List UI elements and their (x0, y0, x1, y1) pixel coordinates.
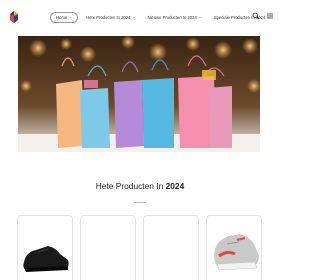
section-title: Hete Producten In 2024 (0, 181, 280, 191)
hero-banner (18, 36, 260, 152)
black-sneaker-image (23, 246, 69, 272)
product-card[interactable] (206, 215, 262, 280)
product-card[interactable] (143, 215, 199, 280)
product-card[interactable] (80, 215, 136, 280)
chevron-down-icon: ⌄ (198, 15, 202, 19)
section-title-year: 2024 (165, 181, 185, 191)
search-icon[interactable] (252, 12, 260, 20)
section-divider (134, 202, 146, 203)
chevron-down-icon: ⌄ (69, 15, 73, 19)
product-grid (17, 215, 263, 280)
header-icons (252, 12, 274, 20)
nav-hete-producten[interactable]: Hete Producten In 2024 ⌄ (82, 13, 139, 22)
nav-home[interactable]: Home ⌄ (50, 11, 79, 23)
site-header: Home ⌄ Hete Producten In 2024 ⌄ Nieuwe P… (0, 0, 280, 32)
product-card[interactable] (17, 215, 73, 280)
nav-nieuwe-producten-label: Nieuwe Producten In 2024 (147, 14, 197, 20)
section-title-prefix: Hete Producten In (95, 181, 166, 191)
nav-home-label: Home (56, 14, 68, 20)
nav-nieuwe-producten[interactable]: Nieuwe Producten In 2024 ⌄ (143, 13, 205, 22)
site-logo[interactable] (9, 10, 19, 24)
main-nav: Home ⌄ Hete Producten In 2024 ⌄ Nieuwe P… (50, 11, 274, 23)
chevron-down-icon: ⌄ (132, 15, 136, 19)
nav-hete-producten-label: Hete Producten In 2024 (86, 14, 131, 20)
grey-red-sneaker-image (214, 234, 259, 271)
shopping-bags-image (18, 36, 260, 152)
menu-icon[interactable] (266, 12, 274, 20)
